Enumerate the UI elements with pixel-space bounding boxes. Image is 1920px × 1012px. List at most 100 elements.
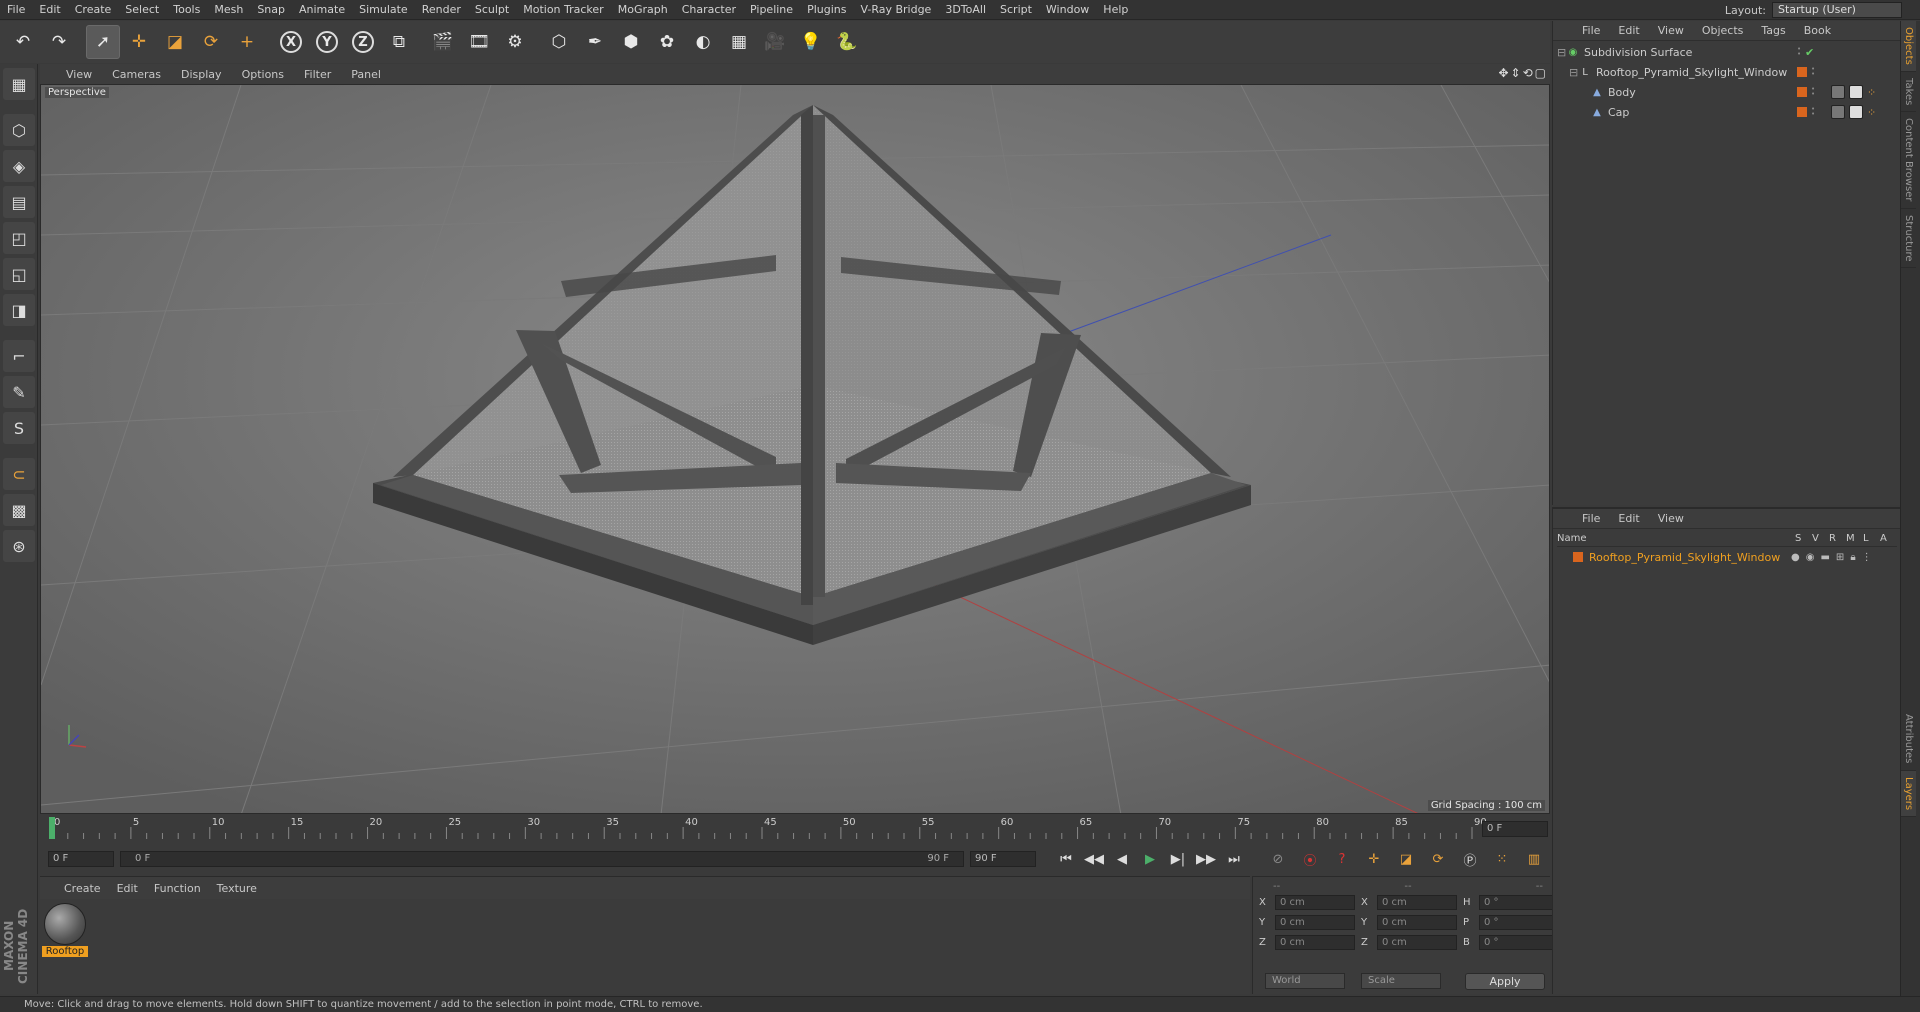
floor-button[interactable]: ▦ — [722, 25, 756, 59]
object-menu-view[interactable]: View — [1649, 24, 1693, 37]
coordinate-space-dropdown[interactable]: World — [1265, 973, 1345, 989]
coord-value-field[interactable]: 0 ° — [1479, 895, 1559, 910]
camera-button[interactable]: 🎥 — [758, 25, 792, 59]
object-menu-objects[interactable]: Objects — [1693, 24, 1753, 37]
menu-help[interactable]: Help — [1096, 0, 1135, 20]
phong-tag-icon[interactable] — [1831, 105, 1845, 119]
phong-tag-icon[interactable] — [1831, 85, 1845, 99]
selection-tag-icon[interactable]: ⁘ — [1867, 86, 1876, 99]
material-menu-function[interactable]: Function — [146, 882, 209, 895]
perspective-viewport[interactable]: Perspective Grid Spacing : 100 cm — [40, 84, 1550, 814]
menu-tools[interactable]: Tools — [166, 0, 207, 20]
menu-edit[interactable]: Edit — [32, 0, 67, 20]
render-toggle-icon[interactable]: ▬ — [1820, 552, 1829, 563]
x-axis-button[interactable]: X — [274, 25, 308, 59]
pen-button[interactable]: ✒ — [578, 25, 612, 59]
object-row-body[interactable]: ▲ Body • • ⁘ — [1557, 83, 1893, 101]
coord-value-field[interactable]: 0 cm — [1275, 935, 1355, 950]
layer-color-icon[interactable] — [1797, 107, 1807, 117]
frame-range-slider[interactable]: 0 F 90 F — [120, 851, 964, 867]
keyframe-selection-icon[interactable]: ? — [1330, 848, 1354, 870]
play-icon[interactable]: ▶ — [1138, 848, 1162, 870]
layer-color-icon[interactable] — [1797, 67, 1807, 77]
undo-button[interactable]: ↶ — [6, 25, 40, 59]
start-frame-field[interactable]: 0 F — [48, 851, 114, 867]
scale-button[interactable]: ◪ — [158, 25, 192, 59]
menu-3dtoall[interactable]: 3DToAll — [938, 0, 993, 20]
material-tag-icon[interactable] — [1849, 105, 1863, 119]
layer-menu-edit[interactable]: Edit — [1609, 512, 1648, 525]
material-thumbnail[interactable]: Rooftop — [42, 903, 88, 959]
visibility-dots-icon[interactable]: • • — [1811, 66, 1815, 78]
material-menu-edit[interactable]: Edit — [109, 882, 146, 895]
lock-toggle-icon[interactable]: 🔒︎ — [1850, 552, 1855, 563]
prev-key-icon[interactable]: ◀◀ — [1082, 848, 1106, 870]
viewport-menu-display[interactable]: Display — [171, 68, 232, 81]
record-active-icon[interactable]: ⊘ — [1266, 848, 1290, 870]
end-frame-field[interactable]: 90 F — [970, 851, 1036, 867]
animation-toggle-icon[interactable]: ⋮ — [1862, 552, 1872, 563]
tab-objects[interactable]: Objects — [1901, 21, 1916, 72]
timeline-window-icon[interactable]: ▥ — [1522, 848, 1546, 870]
planar-workplane-button[interactable]: ⊛ — [3, 530, 35, 562]
coord-value-field[interactable]: 0 cm — [1275, 895, 1355, 910]
tab-takes[interactable]: Takes — [1901, 72, 1916, 113]
menu-mograph[interactable]: MoGraph — [611, 0, 675, 20]
prev-frame-icon[interactable]: ◀ — [1110, 848, 1134, 870]
viewport-menu-panel[interactable]: Panel — [341, 68, 391, 81]
viewport-menu-view[interactable]: View — [56, 68, 102, 81]
menu-plugins[interactable]: Plugins — [800, 0, 853, 20]
menu-mesh[interactable]: Mesh — [207, 0, 250, 20]
object-menu-book[interactable]: Book — [1795, 24, 1840, 37]
current-frame-field[interactable]: 0 F — [1482, 821, 1548, 837]
next-frame-icon[interactable]: ▶| — [1166, 848, 1190, 870]
coord-value-field[interactable]: 0 cm — [1275, 915, 1355, 930]
snap-button[interactable]: S — [3, 412, 35, 444]
object-menu-file[interactable]: File — [1573, 24, 1609, 37]
coord-value-field[interactable]: 0 cm — [1377, 895, 1457, 910]
viewport-menu-cameras[interactable]: Cameras — [102, 68, 171, 81]
select-arrow-button[interactable]: ➚ — [86, 25, 120, 59]
dolly-icon[interactable]: ⇕ — [1511, 66, 1521, 80]
visibility-dots-icon[interactable]: • • — [1811, 106, 1815, 118]
object-menu-tags[interactable]: Tags — [1752, 24, 1794, 37]
key-position-icon[interactable]: ✛ — [1362, 848, 1386, 870]
menu-window[interactable]: Window — [1039, 0, 1096, 20]
texture-mode-button[interactable]: ◈ — [3, 150, 35, 182]
deformer-button[interactable]: ◐ — [686, 25, 720, 59]
object-row-rooftop[interactable]: ⊟ L Rooftop_Pyramid_Skylight_Window • • — [1557, 63, 1893, 81]
transform-mode-dropdown[interactable]: Scale — [1361, 973, 1441, 989]
coord-value-field[interactable]: 0 ° — [1479, 915, 1559, 930]
autokey-icon[interactable]: ⦿ — [1298, 848, 1322, 870]
tab-content-browser[interactable]: Content Browser — [1901, 112, 1916, 209]
key-parameter-icon[interactable]: Ⓟ — [1458, 848, 1482, 870]
solo-toggle-icon[interactable]: ● — [1791, 552, 1800, 563]
render-picture-viewer-button[interactable]: 🎞 — [462, 25, 496, 59]
layer-color-icon[interactable] — [1797, 87, 1807, 97]
material-menu-texture[interactable]: Texture — [209, 882, 265, 895]
tweak-mode-button[interactable]: ✎ — [3, 376, 35, 408]
material-menu-create[interactable]: Create — [56, 882, 109, 895]
object-row-subdivision-surface[interactable]: ⊟ ◉ Subdivision Surface • • ✔ — [1557, 43, 1893, 61]
checkmark-icon[interactable]: ✔ — [1805, 46, 1814, 59]
workplane-button[interactable]: ▤ — [3, 186, 35, 218]
lock-workplane-button[interactable]: ▩ — [3, 494, 35, 526]
model-mode-button[interactable]: ⬡ — [3, 114, 35, 146]
menu-create[interactable]: Create — [68, 0, 119, 20]
playhead-marker[interactable] — [49, 817, 55, 839]
pan-icon[interactable]: ✥ — [1498, 66, 1508, 80]
layer-menu-view[interactable]: View — [1649, 512, 1693, 525]
render-settings-button[interactable]: ⚙ — [498, 25, 532, 59]
timeline-ruler[interactable]: 0 5 10 15 20 25 30 35 40 45 50 55 60 65 70 75 80 85 90 0 F — [40, 815, 1550, 843]
menu-vray-bridge[interactable]: V-Ray Bridge — [853, 0, 938, 20]
axis-mode-button[interactable]: ⌐ — [3, 340, 35, 372]
manager-toggle-icon[interactable]: ⊞ — [1836, 552, 1844, 563]
layer-color-icon[interactable] — [1573, 552, 1583, 562]
move-button[interactable]: ✛ — [122, 25, 156, 59]
key-scale-icon[interactable]: ◪ — [1394, 848, 1418, 870]
visibility-dots-icon[interactable]: • • — [1797, 46, 1801, 58]
key-pla-icon[interactable]: ⁙ — [1490, 848, 1514, 870]
key-rotation-icon[interactable]: ⟳ — [1426, 848, 1450, 870]
cloner-button[interactable]: ✿ — [650, 25, 684, 59]
add-button[interactable]: + — [230, 25, 264, 59]
